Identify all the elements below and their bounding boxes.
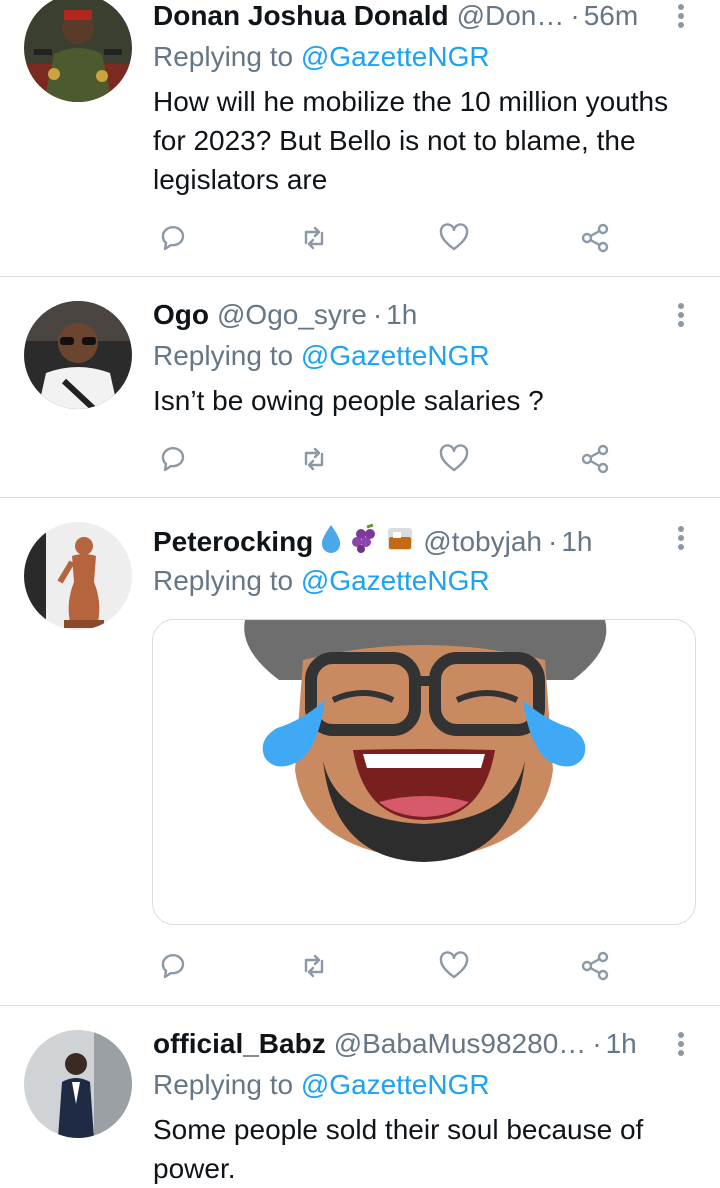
laughing-memoji-sticker[interactable] bbox=[152, 619, 696, 925]
mention-link[interactable]: @GazetteNGR bbox=[301, 1069, 490, 1100]
tweet-2[interactable]: Ogo @Ogo_syre · 1h Replying to @GazetteN… bbox=[0, 277, 720, 498]
timestamp: 56m bbox=[583, 0, 639, 31]
user-handle[interactable]: @tobyjah bbox=[423, 525, 542, 559]
user-handle[interactable]: @Don… bbox=[457, 0, 565, 33]
timestamp: 1h bbox=[561, 526, 593, 557]
more-options-icon[interactable] bbox=[676, 1, 686, 31]
tweet-text: How will he mobilize the 10 million yout… bbox=[153, 86, 669, 195]
retweet-icon[interactable] bbox=[294, 439, 334, 479]
tweet-4[interactable]: official_Babz @BabaMus98280… · 1h Replyi… bbox=[0, 1006, 720, 1184]
replying-to-label: Replying to bbox=[153, 1069, 294, 1100]
mention-link[interactable]: @GazetteNGR bbox=[301, 41, 490, 72]
grapes-emoji bbox=[349, 523, 379, 561]
tweet-header: Peterocking @tobyjah · 1h bbox=[153, 523, 660, 561]
like-icon[interactable] bbox=[434, 218, 474, 258]
tweet-actions bbox=[153, 439, 623, 479]
tweet-actions bbox=[153, 218, 623, 258]
like-icon[interactable] bbox=[434, 946, 474, 986]
tweet-actions bbox=[153, 946, 623, 986]
replying-to-label: Replying to bbox=[153, 565, 294, 596]
retweet-icon[interactable] bbox=[294, 218, 334, 258]
more-options-icon[interactable] bbox=[676, 1029, 686, 1059]
replying-to: Replying to @GazetteNGR bbox=[153, 339, 490, 373]
tweet-header: Donan Joshua Donald @Don… · 56m bbox=[153, 0, 660, 33]
separator-dot: · bbox=[570, 0, 580, 31]
separator-dot: · bbox=[548, 526, 558, 557]
like-icon[interactable] bbox=[434, 439, 474, 479]
timestamp: 1h bbox=[386, 299, 418, 330]
replying-to: Replying to @GazetteNGR bbox=[153, 1068, 490, 1102]
mention-link[interactable]: @GazetteNGR bbox=[301, 565, 490, 596]
avatar[interactable] bbox=[24, 522, 132, 630]
more-options-icon[interactable] bbox=[676, 523, 686, 553]
droplet-emoji bbox=[319, 523, 343, 561]
tweet-text: Some people sold their soul because of p… bbox=[153, 1114, 644, 1184]
reply-icon[interactable] bbox=[153, 439, 193, 479]
replying-to-label: Replying to bbox=[153, 41, 294, 72]
timestamp: 1h bbox=[605, 1028, 637, 1059]
replying-to-label: Replying to bbox=[153, 340, 294, 371]
avatar[interactable] bbox=[24, 301, 132, 409]
tweet-text: Isn’t be owing people salaries ? bbox=[153, 385, 544, 416]
replying-to: Replying to @GazetteNGR bbox=[153, 564, 490, 598]
mention-link[interactable]: @GazetteNGR bbox=[301, 340, 490, 371]
share-icon[interactable] bbox=[575, 946, 615, 986]
avatar[interactable] bbox=[24, 0, 132, 102]
share-icon[interactable] bbox=[575, 439, 615, 479]
avatar[interactable] bbox=[24, 1030, 132, 1138]
more-options-icon[interactable] bbox=[676, 300, 686, 330]
separator-dot: · bbox=[592, 1028, 602, 1059]
separator-dot: · bbox=[372, 299, 383, 330]
replying-to: Replying to @GazetteNGR bbox=[153, 40, 490, 74]
display-name[interactable]: Peterocking bbox=[153, 525, 313, 559]
display-name[interactable]: Donan Joshua Donald bbox=[153, 0, 449, 33]
tweet-header: Ogo @Ogo_syre · 1h bbox=[153, 298, 660, 332]
tumbler-glass-emoji bbox=[385, 523, 415, 561]
share-icon[interactable] bbox=[575, 218, 615, 258]
tweet-3[interactable]: Peterocking @tobyjah · 1h Replying to @G… bbox=[0, 498, 720, 1006]
retweet-icon[interactable] bbox=[294, 946, 334, 986]
reply-icon[interactable] bbox=[153, 218, 193, 258]
tweet-1[interactable]: Donan Joshua Donald @Don… · 56m Replying… bbox=[0, 0, 720, 277]
user-handle[interactable]: @Ogo_syre bbox=[217, 298, 367, 332]
display-name[interactable]: Ogo bbox=[153, 298, 209, 332]
tweet-header: official_Babz @BabaMus98280… · 1h bbox=[153, 1027, 660, 1061]
display-name[interactable]: official_Babz bbox=[153, 1027, 326, 1061]
user-handle[interactable]: @BabaMus98280… bbox=[334, 1027, 587, 1061]
reply-icon[interactable] bbox=[153, 946, 193, 986]
